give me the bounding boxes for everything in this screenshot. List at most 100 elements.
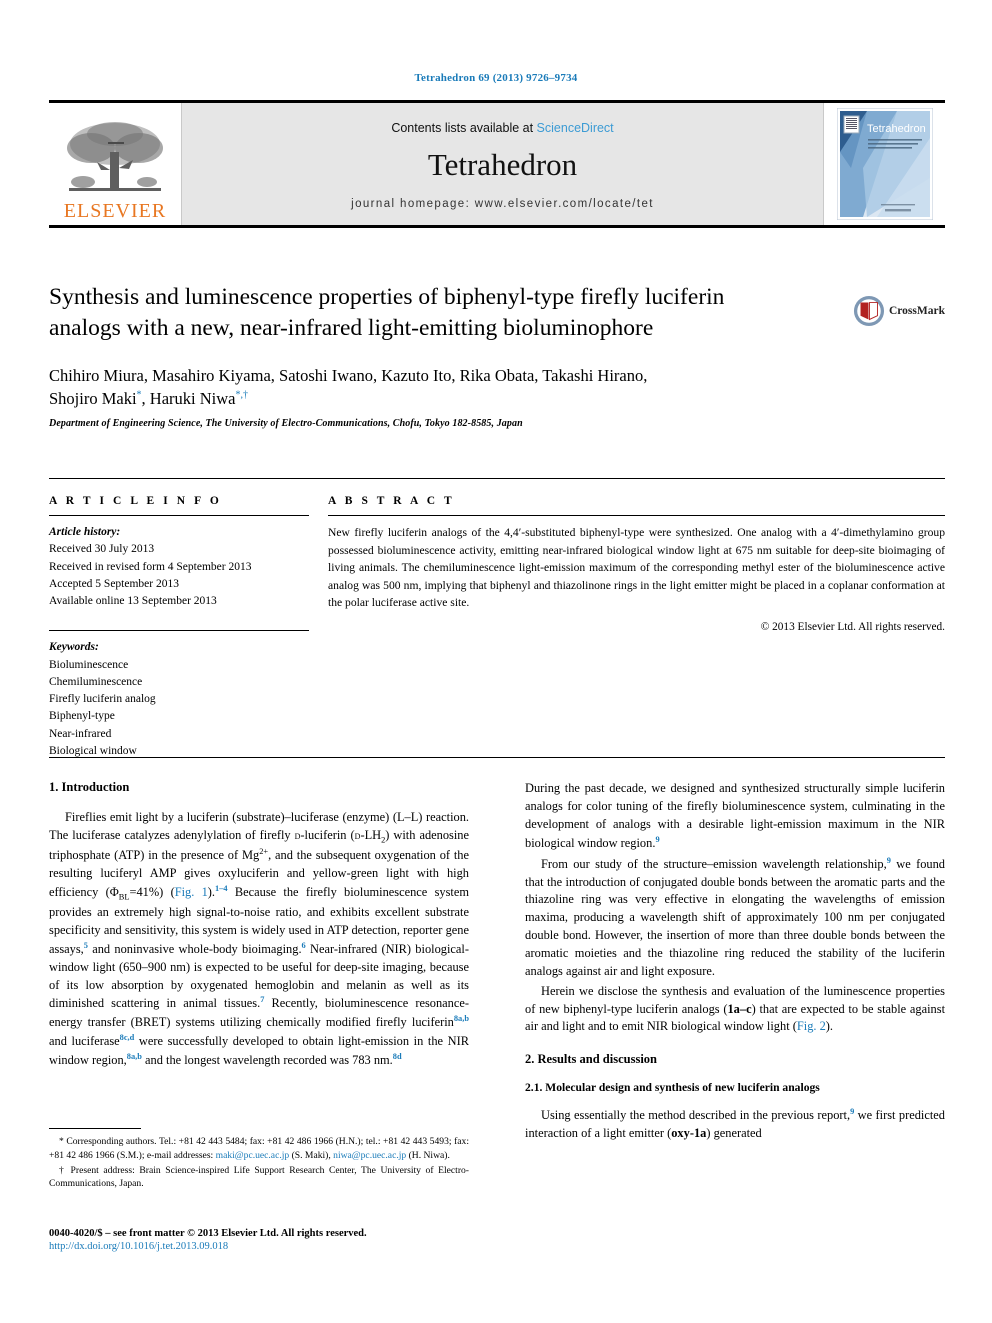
journal-cover-image: Tetrahedron xyxy=(836,108,933,220)
footnote-marker-dagger: † xyxy=(59,1164,66,1176)
right-column: During the past decade, we designed and … xyxy=(525,780,945,1145)
text-run: =41%) ( xyxy=(129,885,175,900)
section-heading-results: 2. Results and discussion xyxy=(525,1052,657,1067)
footnotes-block: * Corresponding authors. Tel.: +81 42 44… xyxy=(49,1128,469,1192)
history-item: Available online 13 September 2013 xyxy=(49,595,217,607)
section-heading-introduction: 1. Introduction xyxy=(49,780,130,794)
citation-ref[interactable]: 8a,b xyxy=(454,1014,469,1023)
text-run: ) generated xyxy=(706,1126,762,1141)
keyword-item: Near-infrared xyxy=(49,727,112,740)
body-top-rule xyxy=(49,757,945,758)
text-run: and the longest wavelength recorded was … xyxy=(141,1053,393,1068)
right-paragraph-3: Herein we disclose the synthesis and eva… xyxy=(525,983,945,1037)
article-page: Tetrahedron 69 (2013) 9726–9734 ELSEVIER… xyxy=(0,0,992,1323)
keyword-item: Chemiluminescence xyxy=(49,675,143,688)
issn-copyright-line: 0040-4020/$ – see front matter © 2013 El… xyxy=(49,1228,367,1239)
text-run: ). xyxy=(207,885,216,900)
text-run: Using essentially the method described i… xyxy=(541,1108,851,1123)
svg-text:Tetrahedron: Tetrahedron xyxy=(867,123,926,135)
email-link-maki[interactable]: maki@pc.uec.ac.jp xyxy=(216,1150,290,1161)
right-paragraph-1: During the past decade, we designed and … xyxy=(525,780,945,853)
elsevier-wordmark: ELSEVIER xyxy=(63,200,167,222)
figure-2-link[interactable]: Fig. 2 xyxy=(797,1019,826,1033)
text-run: (H. Niwa). xyxy=(406,1149,450,1161)
text-run: During the past decade, we designed and … xyxy=(525,781,945,850)
compound-label: 1a–c xyxy=(727,1001,752,1016)
citation-ref[interactable]: 9 xyxy=(655,835,659,844)
keywords-rule xyxy=(49,630,309,632)
page-footer: 0040-4020/$ – see front matter © 2013 El… xyxy=(49,1228,549,1252)
page-title: Synthesis and luminescence properties of… xyxy=(49,284,725,342)
present-address-footnote: † Present address: Brain Science-inspire… xyxy=(49,1164,469,1192)
elsevier-tree-icon xyxy=(67,122,163,191)
text-run: -luciferin ( xyxy=(300,827,355,842)
history-item: Accepted 5 September 2013 xyxy=(49,577,179,590)
title-block: Synthesis and luminescence properties of… xyxy=(49,282,945,429)
figure-1-link[interactable]: Fig. 1 xyxy=(175,885,208,899)
authors-line-1: Chihiro Miura, Masahiro Kiyama, Satoshi … xyxy=(49,366,648,386)
info-top-rule xyxy=(49,478,945,479)
text-run: and noninvasive whole-body bioimaging. xyxy=(87,941,302,956)
journal-citation: Tetrahedron 69 (2013) 9726–9734 xyxy=(414,72,578,84)
article-history: Article history: Received 30 July 2013 R… xyxy=(49,524,309,610)
contents-available-line: Contents lists available at ScienceDirec… xyxy=(391,121,613,135)
keywords-label: Keywords: xyxy=(49,641,99,654)
crossmark-label: CrossMark xyxy=(888,305,945,317)
abstract-rule xyxy=(328,515,945,516)
text-run: we found that the introduction of conjug… xyxy=(525,856,945,978)
abstract-heading: A B S T R A C T xyxy=(328,495,455,507)
elsevier-logo: ELSEVIER xyxy=(49,103,182,225)
crossmark-badge[interactable]: CrossMark xyxy=(853,288,945,334)
crossmark-icon xyxy=(853,295,885,327)
citation-ref[interactable]: 1–4 xyxy=(215,884,228,893)
email-link-niwa[interactable]: niwa@pc.uec.ac.jp xyxy=(333,1150,406,1161)
keywords-list: Keywords: Bioluminescence Chemiluminesce… xyxy=(49,639,309,760)
text-run: Present address: Brain Science-inspired … xyxy=(49,1164,470,1190)
superscript: 2+ xyxy=(259,847,269,857)
abstract-text: New firefly luciferin analogs of the 4,4… xyxy=(328,526,945,610)
doi-link[interactable]: http://dx.doi.org/10.1016/j.tet.2013.09.… xyxy=(49,1241,549,1252)
right-paragraph-2: From our study of the structure–emission… xyxy=(525,855,945,981)
masthead-center: Contents lists available at ScienceDirec… xyxy=(182,103,823,225)
left-column: 1. Introduction Fireflies emit light by … xyxy=(49,780,469,1145)
sciencedirect-link[interactable]: ScienceDirect xyxy=(537,121,614,135)
author-list: Chihiro Miura, Masahiro Kiyama, Satoshi … xyxy=(49,364,759,411)
text-run: ). xyxy=(825,1019,834,1034)
article-info-block: A R T I C L E I N F O Article history: R… xyxy=(49,495,309,760)
footnote-separator-rule xyxy=(49,1128,141,1129)
intro-paragraph: Fireflies emit light by a luciferin (sub… xyxy=(49,809,469,1070)
compound-label: oxy-1a xyxy=(671,1126,707,1141)
history-item: Received in revised form 4 September 201… xyxy=(49,560,252,573)
journal-homepage-link[interactable]: journal homepage: www.elsevier.com/locat… xyxy=(351,198,654,210)
text-run: -LH xyxy=(360,827,382,842)
body-columns: 1. Introduction Fireflies emit light by … xyxy=(49,780,945,1145)
keyword-item: Biphenyl-type xyxy=(49,710,115,723)
article-info-heading: A R T I C L E I N F O xyxy=(49,495,222,507)
author-maki: Shojiro Maki xyxy=(49,389,137,409)
citation-ref[interactable]: 8a,b xyxy=(127,1052,142,1061)
abstract-block: A B S T R A C T New firefly luciferin an… xyxy=(328,495,945,633)
keyword-item: Bioluminescence xyxy=(49,658,129,671)
journal-title: Tetrahedron xyxy=(427,146,578,182)
right-paragraph-4: Using essentially the method described i… xyxy=(525,1106,945,1143)
subsection-heading-molecular-design: 2.1. Molecular design and synthesis of n… xyxy=(525,1081,820,1095)
author-niwa-mark: *,† xyxy=(235,389,248,401)
journal-cover-thumbnail[interactable]: Tetrahedron xyxy=(823,103,945,225)
subscript: BL xyxy=(118,892,130,902)
history-item: Received 30 July 2013 xyxy=(49,543,155,556)
journal-masthead: ELSEVIER Contents lists available at Sci… xyxy=(49,100,945,228)
text-run: From our study of the structure–emission… xyxy=(541,856,887,871)
citation-ref[interactable]: 8d xyxy=(393,1052,402,1061)
text-run: and luciferase xyxy=(49,1034,120,1049)
affiliation: Department of Engineering Science, The U… xyxy=(49,417,523,429)
abstract-copyright: © 2013 Elsevier Ltd. All rights reserved… xyxy=(760,621,945,634)
contents-prefix: Contents lists available at xyxy=(391,120,537,135)
keyword-item: Firefly luciferin analog xyxy=(49,693,156,705)
article-history-label: Article history: xyxy=(49,526,121,538)
article-info-rule xyxy=(49,515,309,516)
citation-ref[interactable]: 8c,d xyxy=(120,1033,135,1042)
corresponding-author-footnote: * Corresponding authors. Tel.: +81 42 44… xyxy=(49,1135,469,1163)
text-run: (S. Maki), xyxy=(289,1149,334,1161)
authors-separator: , Haruki Niwa xyxy=(141,389,236,409)
